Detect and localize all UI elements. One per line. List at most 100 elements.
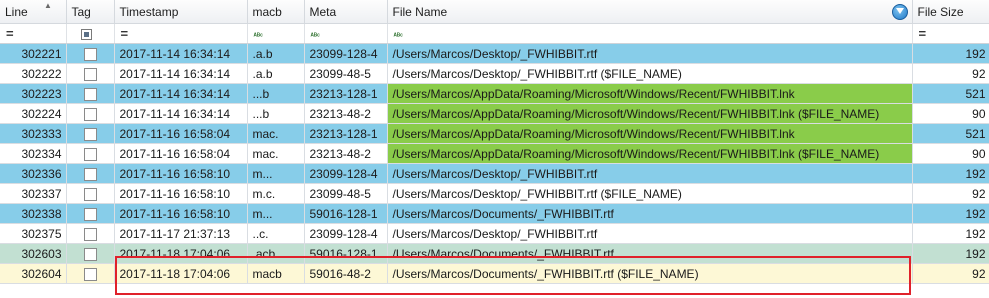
- cell-line: 302337: [0, 183, 67, 204]
- filter-cell-meta[interactable]: ᴬᴮᶜ: [304, 23, 388, 44]
- filter-funnel-icon[interactable]: [891, 4, 908, 20]
- tag-checkbox[interactable]: [83, 147, 97, 161]
- table-row[interactable]: 302337 2017-11-16 16:58:10 m.c. 23099-48-5/…: [0, 183, 989, 204]
- cell-file-name: /Users/Marcos/Documents/_FWHIBBIT.rtf: [387, 203, 913, 224]
- cell-tag: [66, 183, 115, 204]
- table-row[interactable]: 302334 2017-11-16 16:58:04 mac. 23213-48-2/…: [0, 143, 989, 164]
- cell-timestamp: 2017-11-18 17:04:06: [114, 243, 248, 264]
- table-row[interactable]: 302333 2017-11-16 16:58:04 mac. 23213-128-1…: [0, 123, 989, 144]
- column-header-macb[interactable]: macb: [247, 0, 305, 24]
- cell-tag: [66, 243, 115, 264]
- column-header-line[interactable]: Line ▲: [0, 0, 67, 24]
- cell-file-size: 92: [912, 63, 989, 84]
- cell-meta: 23099-48-5: [304, 63, 388, 84]
- cell-line: 302222: [0, 63, 67, 84]
- tag-checkbox[interactable]: [83, 227, 97, 241]
- cell-file-name: /Users/Marcos/Documents/_FWHIBBIT.rtf: [387, 243, 913, 264]
- tag-checkbox[interactable]: [83, 67, 97, 81]
- table-row[interactable]: 302224 2017-11-14 16:34:14 ...b 23213-48-2/…: [0, 103, 989, 124]
- cell-tag: [66, 223, 115, 244]
- cell-line: 302336: [0, 163, 67, 184]
- cell-file-name: /Users/Marcos/Desktop/_FWHIBBIT.rtf: [387, 223, 913, 244]
- filter-cell-line[interactable]: =: [0, 23, 67, 44]
- column-header-macb-label: macb: [252, 4, 282, 19]
- cell-macb: .acb: [247, 243, 305, 264]
- tag-checkbox[interactable]: [83, 127, 97, 141]
- cell-file-size: 90: [912, 103, 989, 124]
- cell-line: 302338: [0, 203, 67, 224]
- cell-tag: [66, 63, 115, 84]
- filter-cell-macb[interactable]: ᴬᴮᶜ: [247, 23, 305, 44]
- cell-macb: .a.b: [247, 63, 305, 84]
- cell-macb: m...: [247, 163, 305, 184]
- cell-timestamp: 2017-11-16 16:58:04: [114, 143, 248, 164]
- tag-checkbox[interactable]: [83, 247, 97, 261]
- column-header-file-size-label: File Size: [917, 4, 964, 19]
- text-filter-icon: ᴬᴮᶜ: [310, 32, 320, 40]
- cell-tag: [66, 103, 115, 124]
- table-row[interactable]: 302375 2017-11-17 21:37:13 ..c. 23099-128-4…: [0, 223, 989, 244]
- tag-filter-checkbox[interactable]: [80, 28, 92, 40]
- cell-line: 302224: [0, 103, 67, 124]
- filter-cell-tag[interactable]: [66, 23, 115, 44]
- column-header-line-label: Line: [5, 4, 28, 19]
- table-row[interactable]: 302223 2017-11-14 16:34:14 ...b 23213-128-1…: [0, 83, 989, 104]
- equals-filter-icon: =: [120, 25, 129, 41]
- equals-filter-icon: =: [6, 25, 14, 41]
- table-row[interactable]: 302336 2017-11-16 16:58:10 m... 23099-128-4…: [0, 163, 989, 184]
- cell-file-size: 192: [912, 243, 989, 264]
- cell-meta: 23213-48-2: [304, 143, 388, 164]
- column-header-tag[interactable]: Tag: [66, 0, 115, 24]
- timeline-grid: Line ▲ Tag Timestamp macb Meta File Name…: [0, 0, 989, 298]
- cell-meta: 23099-128-4: [304, 223, 388, 244]
- table-row[interactable]: 302603 2017-11-18 17:04:06 .acb 59016-128-1…: [0, 243, 989, 264]
- cell-meta: 59016-128-1: [304, 203, 388, 224]
- tag-checkbox[interactable]: [83, 187, 97, 201]
- cell-macb: mac.: [247, 143, 305, 164]
- cell-macb: m...: [247, 203, 305, 224]
- column-header-timestamp[interactable]: Timestamp: [114, 0, 248, 24]
- tag-checkbox[interactable]: [83, 267, 97, 281]
- cell-timestamp: 2017-11-18 17:04:06: [114, 263, 248, 284]
- table-row[interactable]: 302604 2017-11-18 17:04:06 macb 59016-48-2/…: [0, 263, 989, 284]
- sort-ascending-icon: ▲: [44, 1, 52, 10]
- text-filter-icon: ᴬᴮᶜ: [393, 32, 403, 40]
- table-row[interactable]: 302338 2017-11-16 16:58:10 m... 59016-128-1…: [0, 203, 989, 224]
- tag-checkbox[interactable]: [83, 167, 97, 181]
- column-header-file-size[interactable]: File Size: [912, 0, 989, 24]
- filter-row: = = ᴬᴮᶜ ᴬᴮᶜ ᴬᴮᶜ =: [0, 23, 989, 44]
- cell-meta: 59016-128-1: [304, 243, 388, 264]
- table-row[interactable]: 302221 2017-11-14 16:34:14 .a.b 23099-128-4…: [0, 43, 989, 64]
- cell-macb: ..c.: [247, 223, 305, 244]
- cell-line: 302603: [0, 243, 67, 264]
- cell-file-size: 521: [912, 123, 989, 144]
- cell-line: 302375: [0, 223, 67, 244]
- equals-filter-icon: =: [918, 25, 927, 41]
- cell-macb: m.c.: [247, 183, 305, 204]
- cell-meta: 23213-128-1: [304, 123, 388, 144]
- cell-macb: macb: [247, 263, 305, 284]
- cell-tag: [66, 83, 115, 104]
- cell-timestamp: 2017-11-16 16:58:04: [114, 123, 248, 144]
- header-row: Line ▲ Tag Timestamp macb Meta File Name…: [0, 0, 989, 24]
- tag-checkbox[interactable]: [83, 87, 97, 101]
- timeline-table: Line ▲ Tag Timestamp macb Meta File Name…: [0, 0, 989, 284]
- filter-cell-timestamp[interactable]: =: [114, 23, 248, 44]
- tag-checkbox[interactable]: [83, 107, 97, 121]
- tag-checkbox[interactable]: [83, 47, 97, 61]
- cell-file-size: 192: [912, 223, 989, 244]
- cell-meta: 23099-48-5: [304, 183, 388, 204]
- tag-checkbox[interactable]: [83, 207, 97, 221]
- filter-cell-file-name[interactable]: ᴬᴮᶜ: [387, 23, 913, 44]
- cell-timestamp: 2017-11-17 21:37:13: [114, 223, 248, 244]
- filter-cell-file-size[interactable]: =: [912, 23, 989, 44]
- text-filter-icon: ᴬᴮᶜ: [253, 32, 263, 40]
- table-row[interactable]: 302222 2017-11-14 16:34:14 .a.b 23099-48-5/…: [0, 63, 989, 84]
- cell-file-size: 92: [912, 263, 989, 284]
- cell-file-name: /Users/Marcos/Desktop/_FWHIBBIT.rtf ($FI…: [387, 183, 913, 204]
- column-header-meta[interactable]: Meta: [304, 0, 388, 24]
- cell-timestamp: 2017-11-16 16:58:10: [114, 163, 248, 184]
- cell-meta: 23099-128-4: [304, 163, 388, 184]
- column-header-file-name[interactable]: File Name: [387, 0, 913, 24]
- cell-file-size: 90: [912, 143, 989, 164]
